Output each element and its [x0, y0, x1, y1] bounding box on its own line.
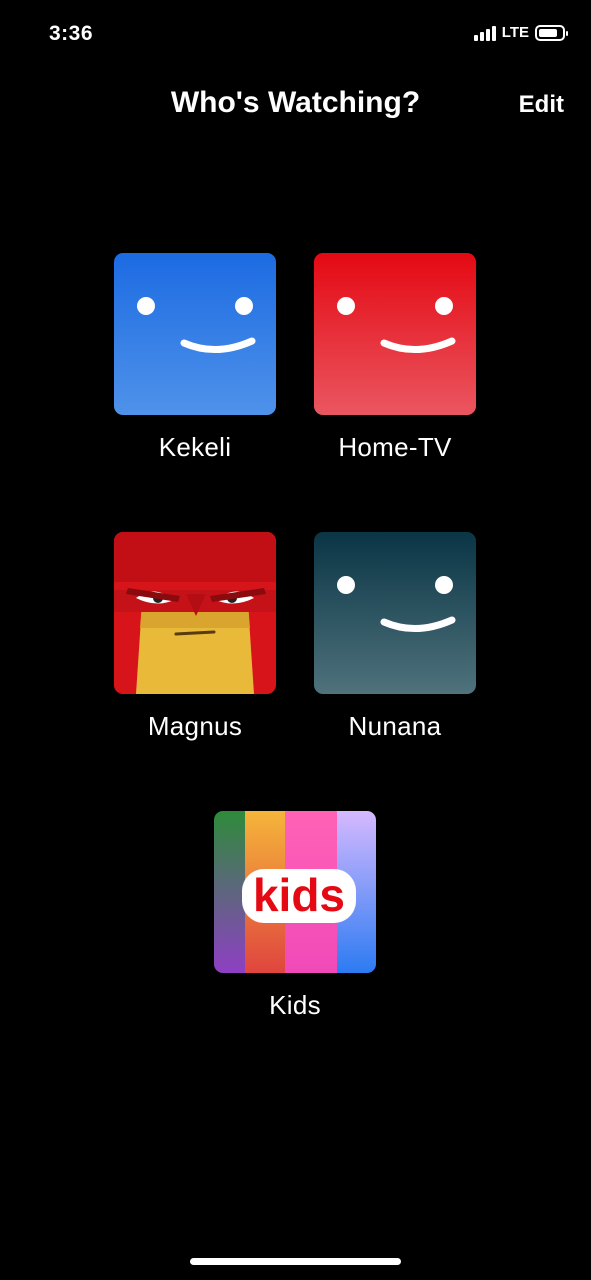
- profile-name: Magnus: [147, 711, 243, 741]
- status-time: 3:36: [49, 22, 94, 45]
- battery-icon: [535, 24, 568, 41]
- status-bar: 3:36 LTE: [0, 0, 591, 70]
- smiley-face-icon[interactable]: [314, 253, 476, 415]
- profile-name: Home-TV: [338, 432, 452, 462]
- profile-kids[interactable]: kids Kids: [195, 811, 395, 1021]
- profile-name: Nunana: [348, 711, 442, 741]
- profile-nunana[interactable]: Nunana: [295, 532, 495, 742]
- status-indicators: LTE: [473, 24, 568, 41]
- profile-name: Kekeli: [158, 432, 232, 462]
- home-indicator[interactable]: [190, 1258, 401, 1265]
- smiley-face-icon[interactable]: [314, 532, 476, 694]
- kids-logo-text: kids: [253, 869, 345, 921]
- profile-name: Kids: [269, 990, 321, 1020]
- angry-red-character-icon[interactable]: [114, 532, 276, 694]
- profile-home-tv[interactable]: Home-TV: [295, 253, 495, 463]
- page-title: Who's Watching?: [170, 86, 421, 119]
- profile-magnus[interactable]: Magnus: [95, 532, 295, 742]
- edit-button[interactable]: Edit: [519, 91, 564, 119]
- network-label: LTE: [501, 24, 529, 41]
- profile-kekeli[interactable]: Kekeli: [95, 253, 295, 463]
- signal-icon: [473, 25, 496, 41]
- profile-select-screen: 3:36 LTE Who's Watching? Edit Kekeli Hom…: [0, 0, 591, 1280]
- kids-logo-icon[interactable]: kids: [214, 811, 376, 973]
- smiley-face-icon[interactable]: [114, 253, 276, 415]
